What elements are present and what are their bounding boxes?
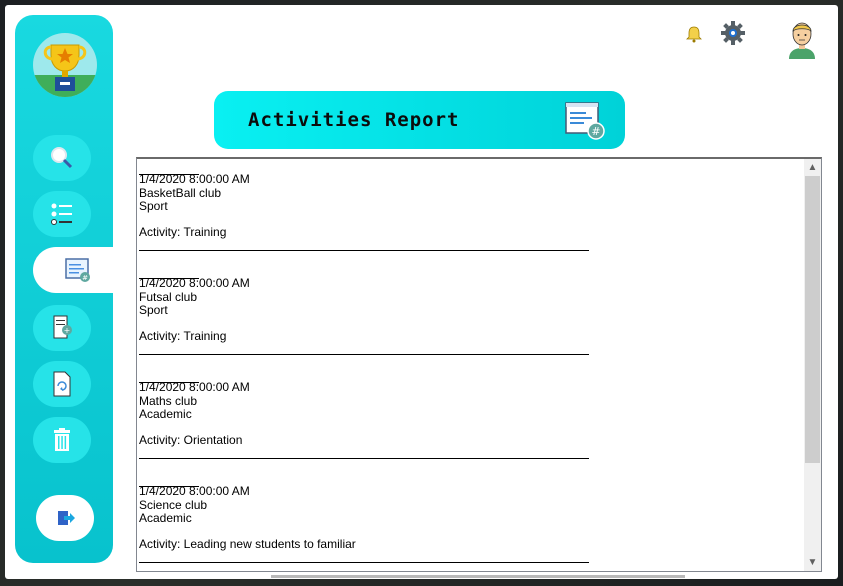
- svg-text:#: #: [591, 125, 600, 138]
- report-hash-icon: #: [564, 101, 606, 146]
- page-title: Activities Report: [248, 109, 460, 131]
- scroll-down-icon[interactable]: ▼: [804, 554, 821, 571]
- add-document-icon: +: [53, 315, 72, 339]
- svg-text:+: +: [64, 326, 71, 335]
- logout-button[interactable]: [36, 495, 94, 541]
- entry-date: 1/4/2020 8:00:00 AM: [139, 484, 250, 498]
- entry-activity: Activity: Orientation: [139, 433, 243, 447]
- app-window: # + Activities Report # 1/4/2020 8:00:00…: [5, 5, 838, 579]
- entry-category: Academic: [139, 511, 192, 525]
- entry-separator: [139, 458, 589, 459]
- entry-activity: Activity: Training: [139, 329, 227, 343]
- gear-icon[interactable]: [721, 21, 745, 50]
- list-icon: [51, 203, 72, 225]
- refresh-document-icon: [53, 371, 71, 397]
- vertical-scrollbar[interactable]: ▲ ▼: [804, 159, 821, 571]
- delete-button[interactable]: [33, 417, 91, 463]
- sidebar: # +: [15, 15, 123, 563]
- entry-date: 1/4/2020 8:00:00 AM: [139, 380, 250, 394]
- logout-icon: [58, 511, 75, 525]
- report-icon: #: [65, 258, 90, 282]
- horizontal-scroll-indicator[interactable]: [271, 575, 685, 578]
- add-activity-button[interactable]: +: [33, 305, 91, 351]
- magnifier-icon: [51, 147, 73, 169]
- report-entry: 1/4/2020 8:00:00 AM Maths club Academic Act…: [139, 367, 799, 471]
- list-button[interactable]: [33, 191, 91, 237]
- search-button[interactable]: [33, 135, 91, 181]
- entry-separator: [139, 250, 589, 251]
- refresh-button[interactable]: [33, 361, 91, 407]
- entry-category: Academic: [139, 407, 192, 421]
- entry-separator: [139, 562, 589, 563]
- report-entry: 1/4/2020 8:00:00 AM Science club Academic A…: [139, 471, 799, 571]
- bell-icon[interactable]: [685, 25, 703, 48]
- report-entry: 1/4/2020 8:00:00 AM BasketBall club Sport A…: [139, 159, 799, 263]
- trophy-logo-icon: [33, 33, 97, 97]
- entry-activity: Activity: Training: [139, 225, 227, 239]
- scroll-thumb[interactable]: [805, 176, 820, 463]
- report-button[interactable]: #: [33, 247, 123, 293]
- report-entries: 1/4/2020 8:00:00 AM BasketBall club Sport A…: [139, 159, 799, 571]
- user-avatar-icon[interactable]: [787, 19, 817, 64]
- report-banner: Activities Report #: [214, 91, 625, 149]
- entry-date: 1/4/2020 8:00:00 AM: [139, 172, 250, 186]
- report-list[interactable]: 1/4/2020 8:00:00 AM BasketBall club Sport A…: [136, 157, 822, 572]
- report-entry: 1/4/2020 8:00:00 AM Futsal club Sport Activ…: [139, 263, 799, 367]
- scroll-up-icon[interactable]: ▲: [804, 159, 821, 176]
- entry-separator: [139, 354, 589, 355]
- entry-category: Sport: [139, 199, 168, 213]
- svg-text:#: #: [82, 274, 88, 282]
- entry-date: 1/4/2020 8:00:00 AM: [139, 276, 250, 290]
- trash-icon: [54, 428, 70, 451]
- entry-category: Sport: [139, 303, 168, 317]
- entry-activity: Activity: Leading new students to famili…: [139, 537, 356, 551]
